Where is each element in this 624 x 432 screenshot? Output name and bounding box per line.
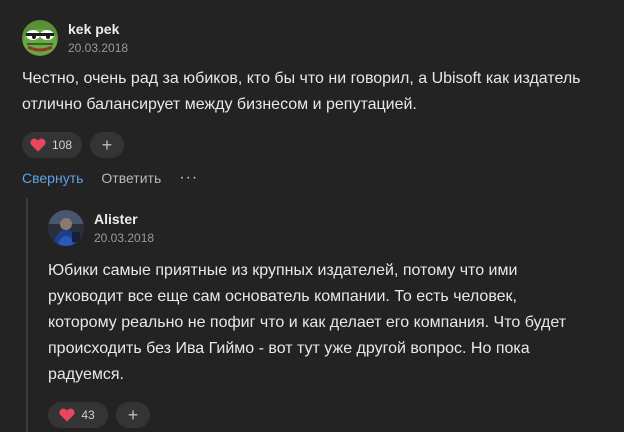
comment-header: Alister 20.03.2018	[48, 208, 618, 248]
more-options-icon[interactable]: ···	[179, 170, 198, 186]
user-photo-icon	[48, 210, 84, 246]
comment-date[interactable]: 20.03.2018	[68, 40, 128, 56]
avatar[interactable]	[22, 20, 58, 56]
comment-text: Честно, очень рад за юбиков, кто бы что …	[22, 70, 581, 113]
author-name[interactable]: Alister	[94, 210, 154, 228]
reactions-bar: 43 +	[48, 402, 618, 428]
like-count: 108	[52, 138, 73, 152]
reply-comment: Alister 20.03.2018 Юбики самые приятные …	[48, 208, 618, 428]
like-button[interactable]: 43	[48, 402, 108, 428]
like-count: 43	[81, 408, 95, 422]
pepe-frog-icon	[22, 20, 58, 56]
thread-indent-line[interactable]	[26, 198, 28, 432]
comment: kek pek 20.03.2018 Честно, очень рад за …	[22, 18, 612, 158]
add-reaction-button[interactable]: +	[90, 132, 125, 158]
comment-header: kek pek 20.03.2018	[22, 18, 612, 58]
plus-icon: +	[127, 405, 139, 425]
collapse-link[interactable]: Свернуть	[22, 170, 83, 186]
author-name[interactable]: kek pek	[68, 20, 128, 38]
plus-icon: +	[101, 135, 113, 155]
avatar[interactable]	[48, 210, 84, 246]
heart-icon	[30, 138, 46, 152]
comment-date[interactable]: 20.03.2018	[94, 230, 154, 246]
comments-thread: kek pek 20.03.2018 Честно, очень рад за …	[0, 0, 624, 432]
heart-icon	[59, 408, 75, 422]
reply-link[interactable]: Ответить	[101, 170, 161, 186]
add-reaction-button[interactable]: +	[116, 402, 150, 428]
like-button[interactable]: 108	[22, 132, 83, 158]
reactions-bar: 108 +	[22, 132, 612, 158]
comment-text: Юбики самые приятные из крупных издателе…	[48, 262, 567, 383]
comment-actions: Свернуть Ответить ···	[22, 168, 198, 188]
